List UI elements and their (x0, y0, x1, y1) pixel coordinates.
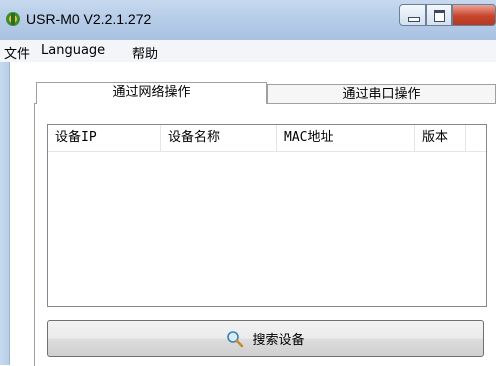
tab-serial[interactable]: 通过串口操作 (267, 84, 496, 104)
tab-network[interactable]: 通过网络操作 (36, 82, 267, 104)
menu-bar: 文件 Language 帮助 (0, 40, 496, 63)
window-frame-left (0, 62, 10, 365)
magnifier-icon (227, 330, 244, 347)
column-device-name[interactable]: 设备名称 (161, 125, 277, 151)
maximize-button[interactable] (426, 4, 452, 26)
search-device-label: 搜索设备 (252, 333, 305, 348)
column-version[interactable]: 版本 (415, 125, 466, 151)
title-bar[interactable]: USR-M0 V2.2.1.272 (0, 0, 496, 41)
window-title: USR-M0 V2.2.1.272 (26, 11, 152, 27)
column-mac-address[interactable]: MAC地址 (277, 125, 415, 151)
device-list-header: 设备IP 设备名称 MAC地址 版本 (48, 125, 486, 152)
close-button[interactable] (452, 4, 496, 26)
menu-language[interactable]: Language (41, 43, 105, 58)
device-list[interactable]: 设备IP 设备名称 MAC地址 版本 (47, 124, 487, 307)
maximize-icon (434, 10, 445, 22)
column-device-ip[interactable]: 设备IP (48, 125, 161, 151)
app-icon (6, 12, 20, 26)
minimize-icon (408, 17, 420, 22)
menu-help[interactable]: 帮助 (132, 43, 158, 62)
search-device-button[interactable]: 搜索设备 (47, 320, 484, 357)
menu-file[interactable]: 文件 (4, 43, 30, 62)
minimize-button[interactable] (399, 4, 426, 26)
